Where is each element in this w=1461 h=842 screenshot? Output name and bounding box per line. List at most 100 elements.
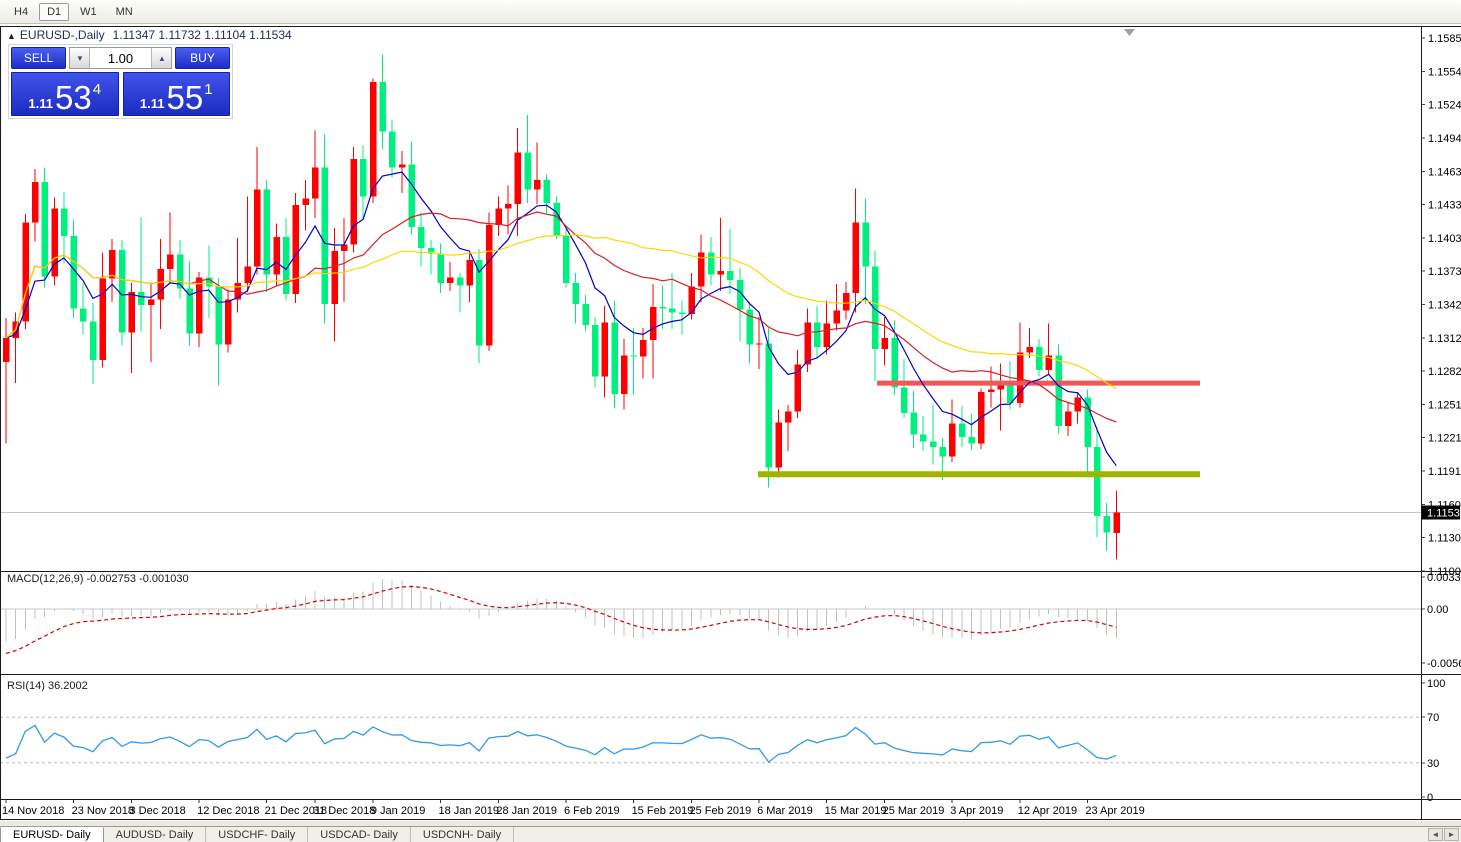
sell-price-box[interactable]: 1.11 53 4 xyxy=(11,72,119,116)
candle-body xyxy=(679,313,686,314)
candle-body xyxy=(138,292,145,305)
candlesticks xyxy=(3,54,1120,559)
time-axis-label: 23 Nov 2018 xyxy=(72,805,134,817)
timeframe-button-w1[interactable]: W1 xyxy=(72,3,105,21)
timeframe-button-mn[interactable]: MN xyxy=(108,3,141,21)
candle-body xyxy=(785,412,792,423)
candle-body xyxy=(524,152,531,189)
candle-body xyxy=(621,356,628,395)
candle-body xyxy=(862,223,869,267)
volume-increase-icon[interactable]: ▲ xyxy=(151,48,171,68)
macd-signal-line xyxy=(6,587,1116,654)
candle-body xyxy=(766,344,773,468)
buy-price-big: 55 xyxy=(167,85,204,111)
candle-body xyxy=(273,237,280,274)
timeframe-button-d1[interactable]: D1 xyxy=(39,3,69,21)
rsi-axis-label: 0 xyxy=(1427,792,1433,804)
moving-average-lines xyxy=(6,172,1116,466)
candle-body xyxy=(466,260,473,285)
candle-body xyxy=(109,250,116,279)
candle-body xyxy=(32,182,39,223)
price-axis-label: 1.12215 xyxy=(1428,432,1461,444)
candle-body xyxy=(129,292,136,333)
time-axis-label: 3 Dec 2018 xyxy=(130,805,186,817)
chart-shift-marker-icon[interactable] xyxy=(1124,29,1135,36)
price-axis-label: 1.12820 xyxy=(1428,366,1461,378)
candle-body xyxy=(911,413,918,435)
candle-body xyxy=(515,152,522,204)
candle-body xyxy=(843,293,850,311)
candle-body xyxy=(969,437,976,444)
price-axis-label: 1.15850 xyxy=(1428,33,1461,45)
candle-body xyxy=(399,164,406,167)
candle-body xyxy=(341,245,348,252)
candle-body xyxy=(370,82,377,196)
price-axis-label: 1.13425 xyxy=(1428,300,1461,312)
candle-body xyxy=(61,208,68,236)
price-axis-label: 1.13730 xyxy=(1428,266,1461,278)
chart-tab-bar: EURUSD- DailyAUDUSD- DailyUSDCHF- DailyU… xyxy=(0,826,1461,842)
chart-tab-usdchf[interactable]: USDCHF- Daily xyxy=(206,827,308,842)
time-axis-label: 31 Dec 2018 xyxy=(313,805,375,817)
candle-body xyxy=(196,278,203,334)
candle-body xyxy=(602,323,609,377)
candle-body xyxy=(495,208,502,225)
candle-body xyxy=(322,168,329,304)
price-axis-label: 1.14635 xyxy=(1428,167,1461,179)
price-chart-canvas[interactable]: 0.0033830.00-0.005663100703001.158501.15… xyxy=(0,24,1461,821)
candle-body xyxy=(669,308,676,312)
chart-tab-usdcnh[interactable]: USDCNH- Daily xyxy=(411,827,514,842)
rsi-line xyxy=(6,725,1116,762)
time-axis-label: 28 Jan 2019 xyxy=(496,805,557,817)
buy-button[interactable]: BUY xyxy=(175,47,230,69)
candle-body xyxy=(1055,356,1062,426)
candle-body xyxy=(505,204,512,208)
buy-price-box[interactable]: 1.11 55 1 xyxy=(123,72,231,116)
panel-collapse-icon[interactable]: ▲ xyxy=(7,31,16,41)
ma-fast xyxy=(6,172,1116,466)
candle-body xyxy=(1065,412,1072,426)
tab-scroll-right-button[interactable]: ► xyxy=(1444,828,1459,841)
current-price-tag-label: 1.11534 xyxy=(1427,507,1461,519)
timeframe-button-h4[interactable]: H4 xyxy=(6,3,36,21)
candle-body xyxy=(360,159,367,196)
sell-button[interactable]: SELL xyxy=(11,47,66,69)
chart-header: ▲EURUSD-,Daily1.11347 1.11732 1.11104 1.… xyxy=(7,28,292,42)
candle-body xyxy=(708,252,715,274)
chart-tab-audusd[interactable]: AUDUSD- Daily xyxy=(104,827,207,842)
candle-body xyxy=(940,447,947,457)
tab-scroll-left-button[interactable]: ◄ xyxy=(1428,828,1443,841)
time-axis-label: 6 Feb 2019 xyxy=(564,805,620,817)
time-axis-label: 12 Dec 2018 xyxy=(197,805,259,817)
candle-body xyxy=(882,338,889,349)
candle-body xyxy=(930,441,937,447)
candle-body xyxy=(486,225,493,346)
price-axis-label: 1.13120 xyxy=(1428,333,1461,345)
candle-body xyxy=(592,325,599,377)
sell-price-big: 53 xyxy=(55,85,92,111)
candle-body xyxy=(891,338,898,388)
buy-price-prefix: 1.11 xyxy=(140,97,165,111)
rsi-axis-label: 100 xyxy=(1427,678,1445,690)
rsi-indicator-label: RSI(14) 36.2002 xyxy=(7,680,88,692)
time-axis-label: 25 Mar 2019 xyxy=(883,805,945,817)
candle-body xyxy=(959,424,966,437)
candle-body xyxy=(119,250,126,332)
price-axis-label: 1.14335 xyxy=(1428,199,1461,211)
candle-body xyxy=(582,304,589,325)
volume-stepper: ▼ ▲ xyxy=(69,47,172,69)
buy-price-pip: 1 xyxy=(204,82,212,97)
candle-body xyxy=(42,182,49,277)
volume-input[interactable] xyxy=(90,48,151,68)
rsi-axis-label: 70 xyxy=(1427,712,1439,724)
time-axis-label: 12 Apr 2019 xyxy=(1018,805,1077,817)
price-axis-label: 1.15545 xyxy=(1428,67,1461,79)
chart-tab-usdcad[interactable]: USDCAD- Daily xyxy=(308,827,411,842)
candle-body xyxy=(814,323,821,347)
volume-decrease-icon[interactable]: ▼ xyxy=(70,48,90,68)
candle-body xyxy=(389,131,396,167)
price-axis-label: 1.14940 xyxy=(1428,133,1461,145)
chart-tab-eurusd[interactable]: EURUSD- Daily xyxy=(0,827,104,842)
candle-body xyxy=(563,236,570,283)
candle-body xyxy=(351,159,358,245)
